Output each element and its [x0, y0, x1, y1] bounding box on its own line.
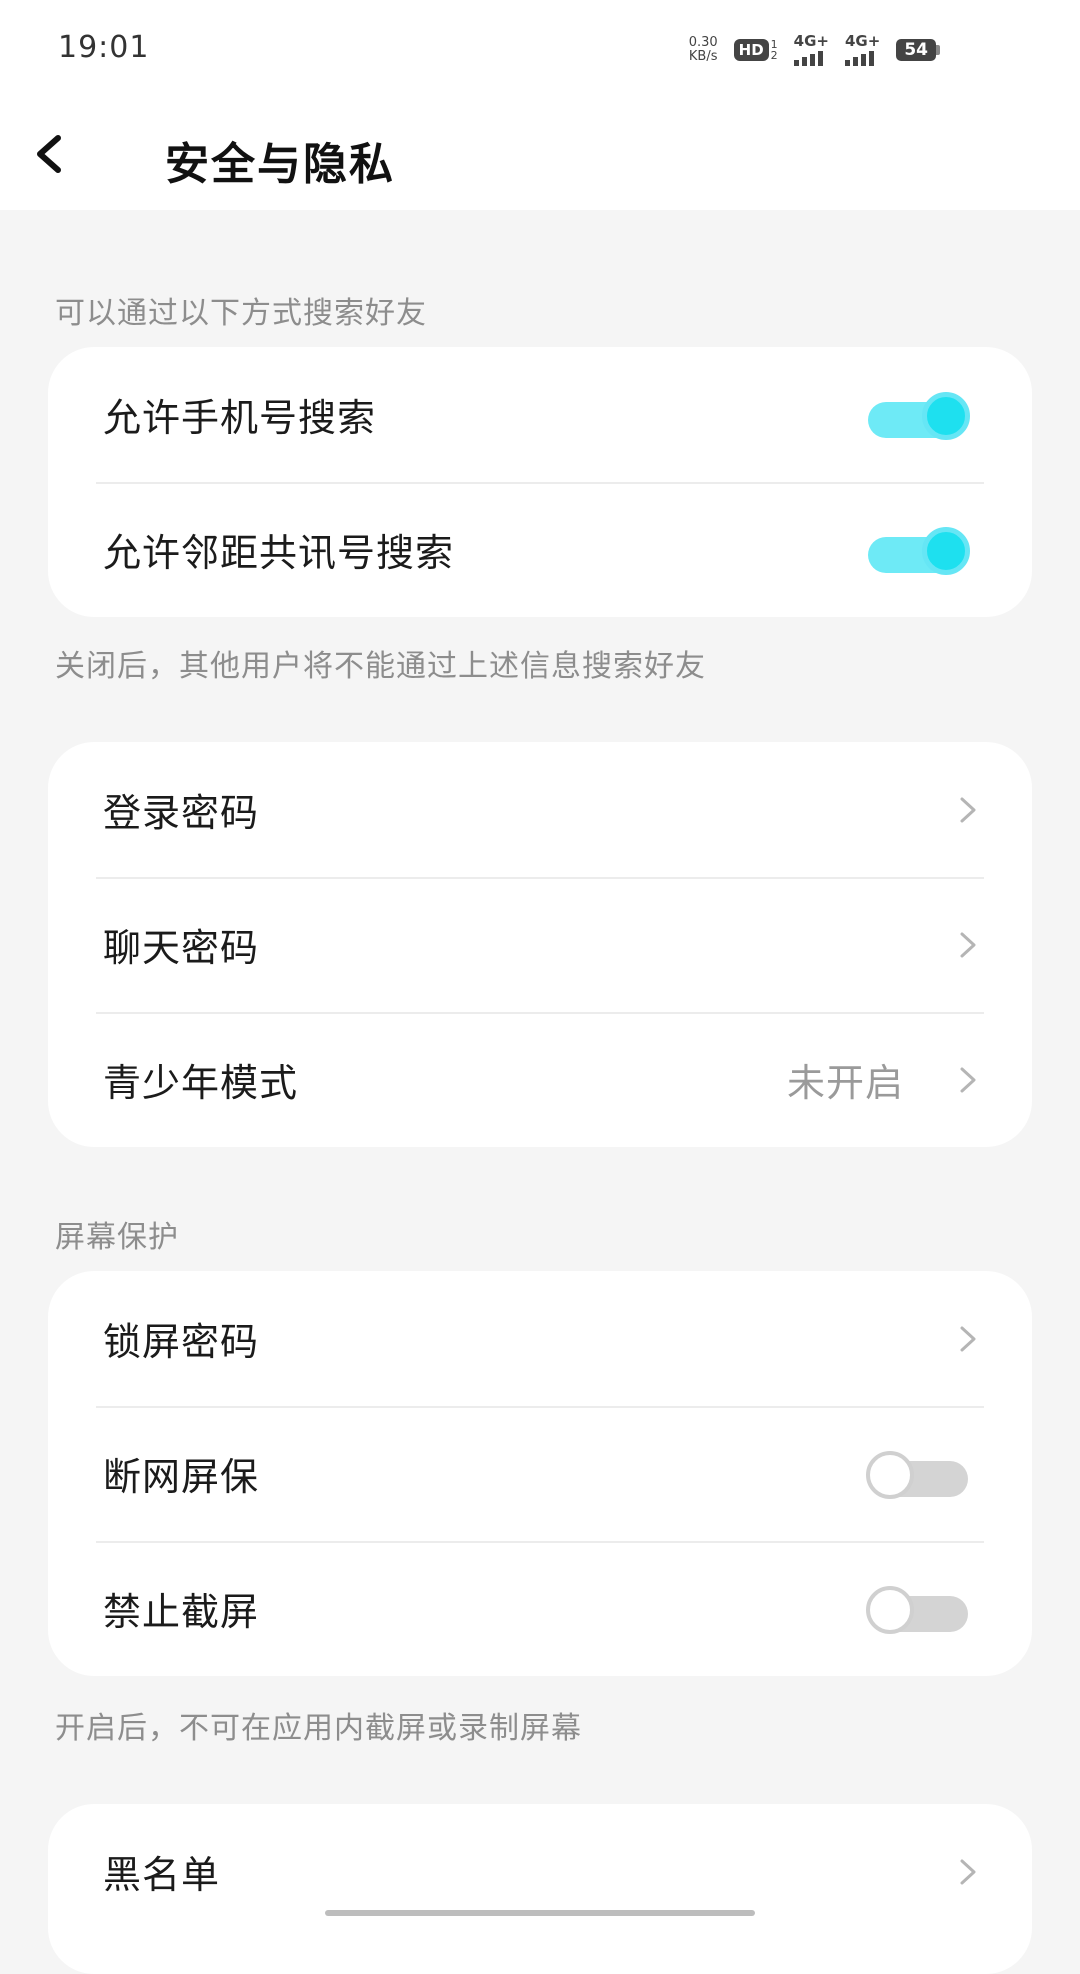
row-label: 黑名单 — [103, 1853, 221, 1897]
row-blacklist[interactable]: 黑名单 — [48, 1804, 1032, 1939]
teen-mode-status: 未开启 — [786, 1061, 904, 1105]
toggle-disable-screenshot[interactable] — [866, 1584, 970, 1634]
toggle-offline-screensaver[interactable] — [866, 1449, 970, 1499]
row-label: 青少年模式 — [103, 1061, 299, 1105]
signal-icon-1: 4G+ — [793, 34, 829, 66]
row-chat-password[interactable]: 聊天密码 — [48, 877, 1032, 1012]
row-allow-phone-search[interactable]: 允许手机号搜索 — [48, 347, 1032, 482]
chevron-right-icon — [960, 1859, 976, 1884]
card-passwords: 登录密码 聊天密码 青少年模式 未开启 — [48, 742, 1032, 1147]
toggle-allow-id-search[interactable] — [866, 525, 970, 575]
chevron-right-icon — [960, 1067, 976, 1092]
row-disable-screenshot[interactable]: 禁止截屏 — [48, 1541, 1032, 1676]
chevron-right-icon — [960, 797, 976, 822]
battery-icon: 54 — [896, 39, 940, 61]
home-indicator[interactable] — [325, 1910, 755, 1916]
row-allow-id-search[interactable]: 允许邻距共讯号搜索 — [48, 482, 1032, 617]
section-caption-search-friends: 可以通过以下方式搜索好友 — [55, 296, 427, 331]
status-bar: 19:01 0.30 KB/s HD 1 2 4G+ 4G+ 54 — [0, 0, 1080, 100]
row-label: 允许邻距共讯号搜索 — [103, 531, 455, 575]
card-blacklist: 黑名单 — [48, 1804, 1032, 1974]
card-screen-protection: 锁屏密码 断网屏保 禁止截屏 — [48, 1271, 1032, 1676]
status-icons: 0.30 KB/s HD 1 2 4G+ 4G+ 54 — [689, 34, 940, 66]
status-time: 19:01 — [58, 30, 150, 65]
net-speed: 0.30 KB/s — [688, 35, 718, 64]
toggle-allow-phone-search[interactable] — [866, 390, 970, 440]
row-label: 登录密码 — [103, 791, 260, 835]
hd-voice-icon: HD 1 2 — [733, 39, 778, 61]
back-arrow-icon[interactable] — [28, 132, 72, 176]
row-offline-screensaver[interactable]: 断网屏保 — [48, 1406, 1032, 1541]
app-header: 安全与隐私 — [0, 100, 1080, 210]
row-label: 禁止截屏 — [103, 1590, 260, 1634]
chevron-right-icon — [960, 932, 976, 957]
row-label: 锁屏密码 — [103, 1320, 260, 1364]
page-title: 安全与隐私 — [165, 139, 395, 190]
section-caption-screen-protection: 屏幕保护 — [55, 1220, 179, 1255]
section-footer-screenshot-note: 开启后，不可在应用内截屏或录制屏幕 — [55, 1711, 582, 1746]
chevron-right-icon — [960, 1326, 976, 1351]
row-label: 聊天密码 — [103, 926, 260, 970]
row-teen-mode[interactable]: 青少年模式 未开启 — [48, 1012, 1032, 1147]
row-label: 允许手机号搜索 — [103, 396, 377, 440]
row-login-password[interactable]: 登录密码 — [48, 742, 1032, 877]
card-search-settings: 允许手机号搜索 允许邻距共讯号搜索 — [48, 347, 1032, 617]
row-lock-screen-password[interactable]: 锁屏密码 — [48, 1271, 1032, 1406]
section-footer-search-note: 关闭后，其他用户将不能通过上述信息搜索好友 — [55, 649, 706, 684]
row-label: 断网屏保 — [103, 1455, 260, 1499]
signal-icon-2: 4G+ — [845, 34, 880, 66]
